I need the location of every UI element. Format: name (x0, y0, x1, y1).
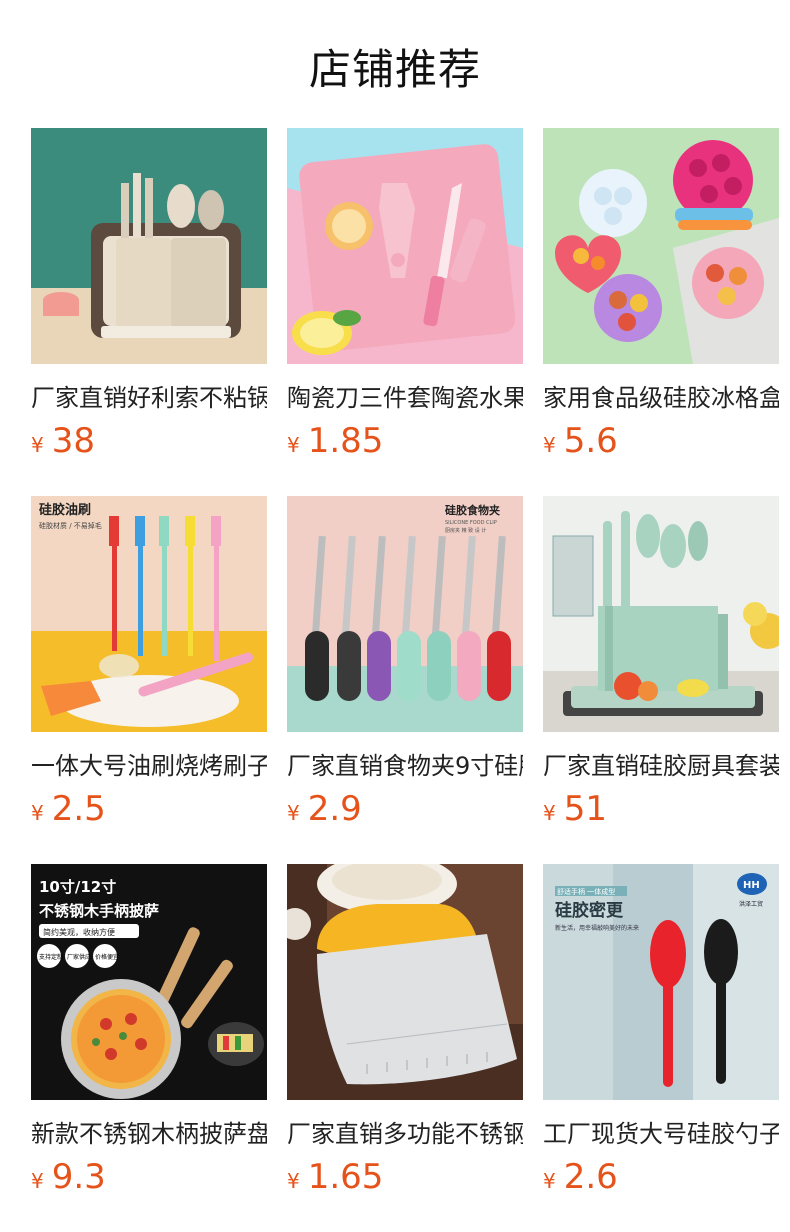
food-tongs-image[interactable]: 硅胶食物夹 SILICONE FOOD CLIP 厨房夹 精 致 设 计 (287, 496, 523, 732)
price-value: 51 (563, 789, 607, 829)
pizza-title1-text: 10寸/12寸 (39, 878, 116, 896)
product-name[interactable]: 厂家直销食物夹9寸硅胶 (287, 750, 523, 782)
product-price: ¥51 (543, 788, 779, 836)
pizza-badge1-text: 支持定制 (39, 953, 63, 961)
product-name[interactable]: 新款不锈钢木柄披萨盘 (31, 1118, 267, 1150)
product-name[interactable]: 厂家直销多功能不锈钢 (287, 1118, 523, 1150)
currency-symbol: ¥ (31, 801, 44, 825)
product-price: ¥1.65 (287, 1156, 523, 1204)
brush-sub-text: 硅胶材质 / 不易掉毛 (39, 521, 102, 530)
currency-symbol: ¥ (543, 433, 556, 457)
ceramic-knife-set-image[interactable] (287, 128, 523, 364)
dough-scraper-image[interactable] (287, 864, 523, 1100)
spoon-brand-text: 洪泽工贸 (739, 900, 763, 908)
silicone-spoon-image[interactable]: 舒适手柄 一体成型 硅胶密更 新生活，用幸福敲响美好的未来 HH 洪泽工贸 (543, 864, 779, 1100)
pizza-title2-text: 不锈钢木手柄披萨 (39, 902, 159, 920)
product-price: ¥2.9 (287, 788, 523, 836)
product-card[interactable]: 陶瓷刀三件套陶瓷水果刀 ¥1.85 (287, 128, 523, 468)
pizza-badge3-text: 价格便宜 (95, 953, 119, 961)
product-card[interactable]: 厂家直销多功能不锈钢 ¥1.65 (287, 864, 523, 1204)
product-name[interactable]: 厂家直销硅胶厨具套装 (543, 750, 779, 782)
tongs-title-text: 硅胶食物夹 (445, 503, 500, 517)
silicone-utensil-set-image[interactable] (543, 496, 779, 732)
silicone-oil-brush-image[interactable]: 硅胶油刷 硅胶材质 / 不易掉毛 (31, 496, 267, 732)
product-price: ¥5.6 (543, 420, 779, 468)
product-price: ¥1.85 (287, 420, 523, 468)
spoon-title-text: 硅胶密更 (555, 900, 624, 921)
product-name[interactable]: 一体大号油刷烧烤刷子 (31, 750, 267, 782)
price-value: 2.6 (563, 1157, 618, 1197)
price-value: 5.6 (563, 421, 618, 461)
price-value: 1.85 (307, 421, 384, 461)
product-card[interactable]: 舒适手柄 一体成型 硅胶密更 新生活，用幸福敲响美好的未来 HH 洪泽工贸 工厂… (543, 864, 779, 1204)
product-price: ¥2.6 (543, 1156, 779, 1204)
silicone-ice-tray-image[interactable] (543, 128, 779, 364)
page-title: 店铺推荐 (308, 45, 481, 94)
price-value: 38 (51, 421, 95, 461)
product-card[interactable]: 厂家直销好利索不粘锅 ¥38 (31, 128, 267, 468)
price-value: 2.9 (307, 789, 362, 829)
price-value: 9.3 (51, 1157, 106, 1197)
product-name[interactable]: 家用食品级硅胶冰格盒 (543, 382, 779, 414)
spoon-logo-text: HH (743, 880, 760, 891)
price-value: 2.5 (51, 789, 106, 829)
pizza-pan-image[interactable]: 10寸/12寸 不锈钢木手柄披萨 简约美观，收纳方便 支持定制 厂家供应 价格便… (31, 864, 267, 1100)
currency-symbol: ¥ (31, 1169, 44, 1193)
spoon-sub-text: 新生活，用幸福敲响美好的未来 (555, 924, 639, 932)
product-card[interactable]: 硅胶油刷 硅胶材质 / 不易掉毛 一体大号油刷烧烤刷子 ¥2.5 (31, 496, 267, 836)
pizza-badge2-text: 厂家供应 (67, 953, 91, 961)
product-price: ¥9.3 (31, 1156, 267, 1204)
currency-symbol: ¥ (287, 801, 300, 825)
currency-symbol: ¥ (31, 433, 44, 457)
product-name[interactable]: 陶瓷刀三件套陶瓷水果刀 (287, 382, 523, 414)
currency-symbol: ¥ (287, 1169, 300, 1193)
product-price: ¥38 (31, 420, 267, 468)
price-value: 1.65 (307, 1157, 384, 1197)
tongs-sub2-text: 厨房夹 精 致 设 计 (445, 527, 486, 534)
currency-symbol: ¥ (287, 433, 300, 457)
product-card[interactable]: 家用食品级硅胶冰格盒 ¥5.6 (543, 128, 779, 468)
product-name[interactable]: 厂家直销好利索不粘锅 (31, 382, 267, 414)
currency-symbol: ¥ (543, 801, 556, 825)
brush-title-text: 硅胶油刷 (39, 502, 91, 518)
product-price: ¥2.5 (31, 788, 267, 836)
product-card[interactable]: 厂家直销硅胶厨具套装 ¥51 (543, 496, 779, 836)
currency-symbol: ¥ (543, 1169, 556, 1193)
product-card[interactable]: 10寸/12寸 不锈钢木手柄披萨 简约美观，收纳方便 支持定制 厂家供应 价格便… (31, 864, 267, 1204)
product-card[interactable]: 硅胶食物夹 SILICONE FOOD CLIP 厨房夹 精 致 设 计 厂家直… (287, 496, 523, 836)
product-name[interactable]: 工厂现货大号硅胶勺子 (543, 1118, 779, 1150)
spoon-tag-text: 舒适手柄 一体成型 (557, 887, 615, 896)
pizza-sub-text: 简约美观，收纳方便 (43, 927, 115, 937)
tongs-sub-text: SILICONE FOOD CLIP (445, 520, 497, 526)
knife-block-utensil-set-image[interactable] (31, 128, 267, 364)
